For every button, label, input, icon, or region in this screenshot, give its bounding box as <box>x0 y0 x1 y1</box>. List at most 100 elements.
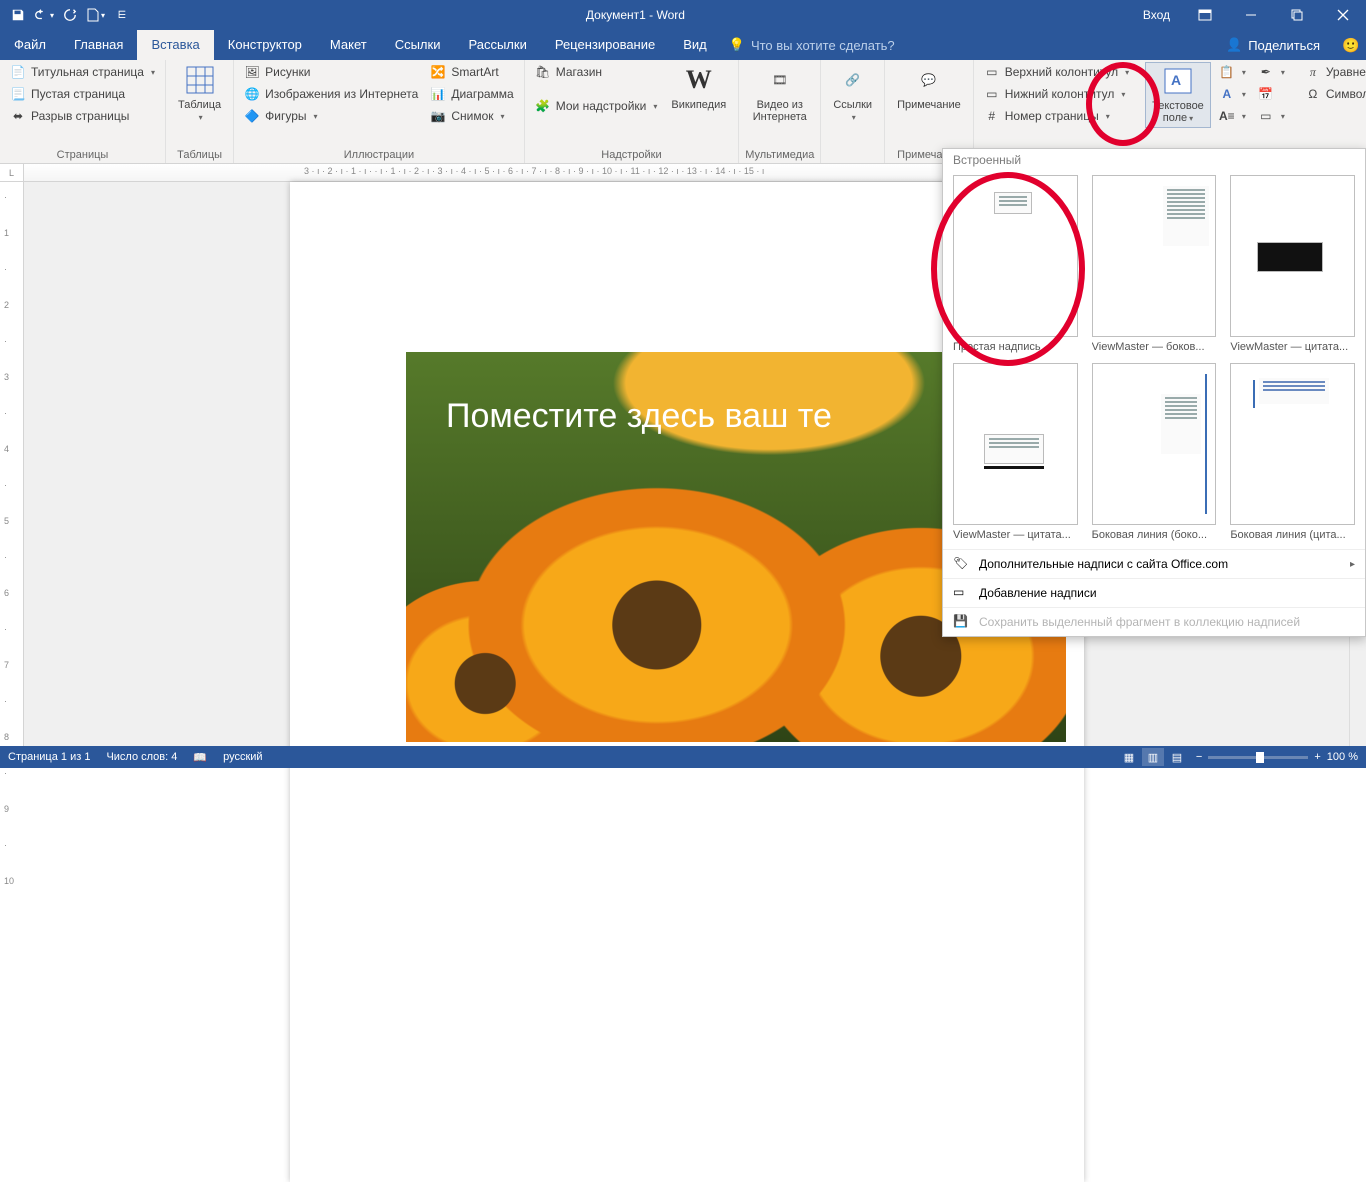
ruler-vertical[interactable]: ·1·2·3·4·5·6·7·8·9·10 <box>0 182 24 746</box>
new-doc-icon[interactable]: ▾ <box>84 3 108 27</box>
title-bar: ▾ ▾ ⋿ Документ1 - Word Вход <box>0 0 1366 30</box>
store-button[interactable]: 🛍Магазин <box>531 62 662 82</box>
gallery-item-sideline-quote[interactable]: Боковая линия (цита... <box>1230 363 1355 541</box>
shapes-button[interactable]: 🔷Фигуры▾ <box>240 106 422 126</box>
screenshot-button[interactable]: 📷Снимок▾ <box>426 106 517 126</box>
quick-access-toolbar: ▾ ▾ ⋿ <box>0 3 140 27</box>
table-button[interactable]: Таблица▾ <box>172 62 227 126</box>
tab-design[interactable]: Конструктор <box>214 30 316 60</box>
wordart-button[interactable]: A▾ <box>1215 84 1250 104</box>
gallery-save-selection: 💾Сохранить выделенный фрагмент в коллекц… <box>943 607 1365 636</box>
gallery-item-simple[interactable]: Простая надпись <box>953 175 1078 353</box>
status-language[interactable]: русский <box>223 751 262 763</box>
drop-cap-button[interactable]: A≡▾ <box>1215 106 1250 126</box>
save-selection-icon: 💾 <box>953 614 969 630</box>
status-word-count[interactable]: Число слов: 4 <box>106 751 177 763</box>
smartart-icon: 🔀 <box>430 64 446 80</box>
status-spellcheck-icon[interactable]: 📖 <box>193 751 207 764</box>
gallery-draw-textbox[interactable]: ▭Добавление надписи <box>943 578 1365 607</box>
close-icon[interactable] <box>1320 0 1366 30</box>
tab-view[interactable]: Вид <box>669 30 721 60</box>
footer-button[interactable]: ▭Нижний колонтитул▾ <box>980 84 1133 104</box>
my-addins-icon: 🧩 <box>535 98 551 114</box>
textbox-gallery: Встроенный Простая надпись ViewMaster — … <box>942 148 1366 637</box>
date-time-button[interactable]: 📅 <box>1254 84 1289 104</box>
page-number-icon: # <box>984 108 1000 124</box>
redo-icon[interactable] <box>58 3 82 27</box>
zoom-slider[interactable] <box>1208 756 1308 759</box>
tab-layout[interactable]: Макет <box>316 30 381 60</box>
undo-icon[interactable]: ▾ <box>32 3 56 27</box>
symbol-button[interactable]: ΩСимвол▾ <box>1301 84 1366 104</box>
link-icon: 🔗 <box>837 64 869 96</box>
gallery-item-viewmaster-side[interactable]: ViewMaster — боков... <box>1092 175 1217 353</box>
wikipedia-button[interactable]: WВикипедия <box>665 62 732 113</box>
tell-me-search[interactable]: 💡 Что вы хотите сделать? <box>729 37 895 53</box>
header-button[interactable]: ▭Верхний колонтитул▾ <box>980 62 1133 82</box>
quick-parts-button[interactable]: 📋▾ <box>1215 62 1250 82</box>
signin-button[interactable]: Вход <box>1131 8 1182 22</box>
symbol-icon: Ω <box>1305 86 1321 102</box>
pictures-button[interactable]: 🖼Рисунки <box>240 62 422 82</box>
zoom-in-icon[interactable]: + <box>1314 751 1320 763</box>
chart-button[interactable]: 📊Диаграмма <box>426 84 517 104</box>
comment-button[interactable]: 💬Примечание <box>891 62 967 113</box>
gallery-more-office[interactable]: 🏷Дополнительные надписи с сайта Office.c… <box>943 549 1365 578</box>
online-pictures-icon: 🌐 <box>244 86 260 102</box>
wikipedia-icon: W <box>683 64 715 96</box>
chart-icon: 📊 <box>430 86 446 102</box>
tab-review[interactable]: Рецензирование <box>541 30 669 60</box>
zoom-value[interactable]: 100 % <box>1327 751 1358 763</box>
textbox-placeholder-text[interactable]: Поместите здесь ваш те <box>446 397 832 436</box>
online-video-button[interactable]: 🎞Видео из Интернета <box>745 62 814 125</box>
smartart-button[interactable]: 🔀SmartArt <box>426 62 517 82</box>
share-button[interactable]: 👤 Поделиться <box>1210 37 1336 53</box>
equation-button[interactable]: πУравнение▾ <box>1301 62 1366 82</box>
status-page[interactable]: Страница 1 из 1 <box>8 751 90 763</box>
cover-page-icon: 📄 <box>10 64 26 80</box>
window-controls: Вход <box>1131 0 1366 30</box>
group-illustrations: 🖼Рисунки 🌐Изображения из Интернета 🔷Фигу… <box>234 60 525 163</box>
page-break-button[interactable]: ⬌Разрыв страницы <box>6 106 159 126</box>
ribbon-tabs: Файл Главная Вставка Конструктор Макет С… <box>0 30 1366 60</box>
gallery-heading: Встроенный <box>943 149 1365 171</box>
footer-icon: ▭ <box>984 86 1000 102</box>
blank-page-button[interactable]: 📃Пустая страница <box>6 84 159 104</box>
equation-icon: π <box>1305 64 1321 80</box>
save-icon[interactable] <box>6 3 30 27</box>
video-icon: 🎞 <box>764 64 796 96</box>
pictures-icon: 🖼 <box>244 64 260 80</box>
tab-insert[interactable]: Вставка <box>137 30 213 60</box>
web-layout-icon[interactable]: ▤ <box>1166 748 1188 766</box>
online-pictures-button[interactable]: 🌐Изображения из Интернета <box>240 84 422 104</box>
feedback-icon[interactable]: 🙂 <box>1336 30 1366 60</box>
page-number-button[interactable]: #Номер страницы▾ <box>980 106 1133 126</box>
signature-button[interactable]: ✒▾ <box>1254 62 1289 82</box>
tab-references[interactable]: Ссылки <box>381 30 455 60</box>
gallery-item-viewmaster-quote[interactable]: ViewMaster — цитата... <box>1230 175 1355 353</box>
ruler-corner: L <box>0 164 24 181</box>
cover-page-button[interactable]: 📄Титульная страница▾ <box>6 62 159 82</box>
tab-mailings[interactable]: Рассылки <box>454 30 540 60</box>
tab-home[interactable]: Главная <box>60 30 137 60</box>
gallery-item-sideline-side[interactable]: Боковая линия (боко... <box>1092 363 1217 541</box>
screenshot-icon: 📷 <box>430 108 446 124</box>
view-buttons: ▦ ▥ ▤ <box>1118 748 1188 766</box>
comment-icon: 💬 <box>913 64 945 96</box>
minimize-icon[interactable] <box>1228 0 1274 30</box>
links-button[interactable]: 🔗Ссылки▾ <box>827 62 878 126</box>
my-addins-button[interactable]: 🧩Мои надстройки▾ <box>531 96 662 116</box>
zoom-control[interactable]: − + 100 % <box>1196 751 1358 763</box>
ribbon-display-icon[interactable] <box>1182 0 1228 30</box>
zoom-out-icon[interactable]: − <box>1196 751 1202 763</box>
qat-customize-icon[interactable]: ⋿ <box>110 3 134 27</box>
maximize-icon[interactable] <box>1274 0 1320 30</box>
print-layout-icon[interactable]: ▥ <box>1142 748 1164 766</box>
object-button[interactable]: ▭▾ <box>1254 106 1289 126</box>
gallery-item-viewmaster-quote2[interactable]: ViewMaster — цитата... <box>953 363 1078 541</box>
tab-file[interactable]: Файл <box>0 30 60 60</box>
textbox-button[interactable]: AТекстовое поле▾ <box>1145 62 1211 128</box>
shapes-icon: 🔷 <box>244 108 260 124</box>
status-bar: Страница 1 из 1 Число слов: 4 📖 русский … <box>0 746 1366 768</box>
read-mode-icon[interactable]: ▦ <box>1118 748 1140 766</box>
